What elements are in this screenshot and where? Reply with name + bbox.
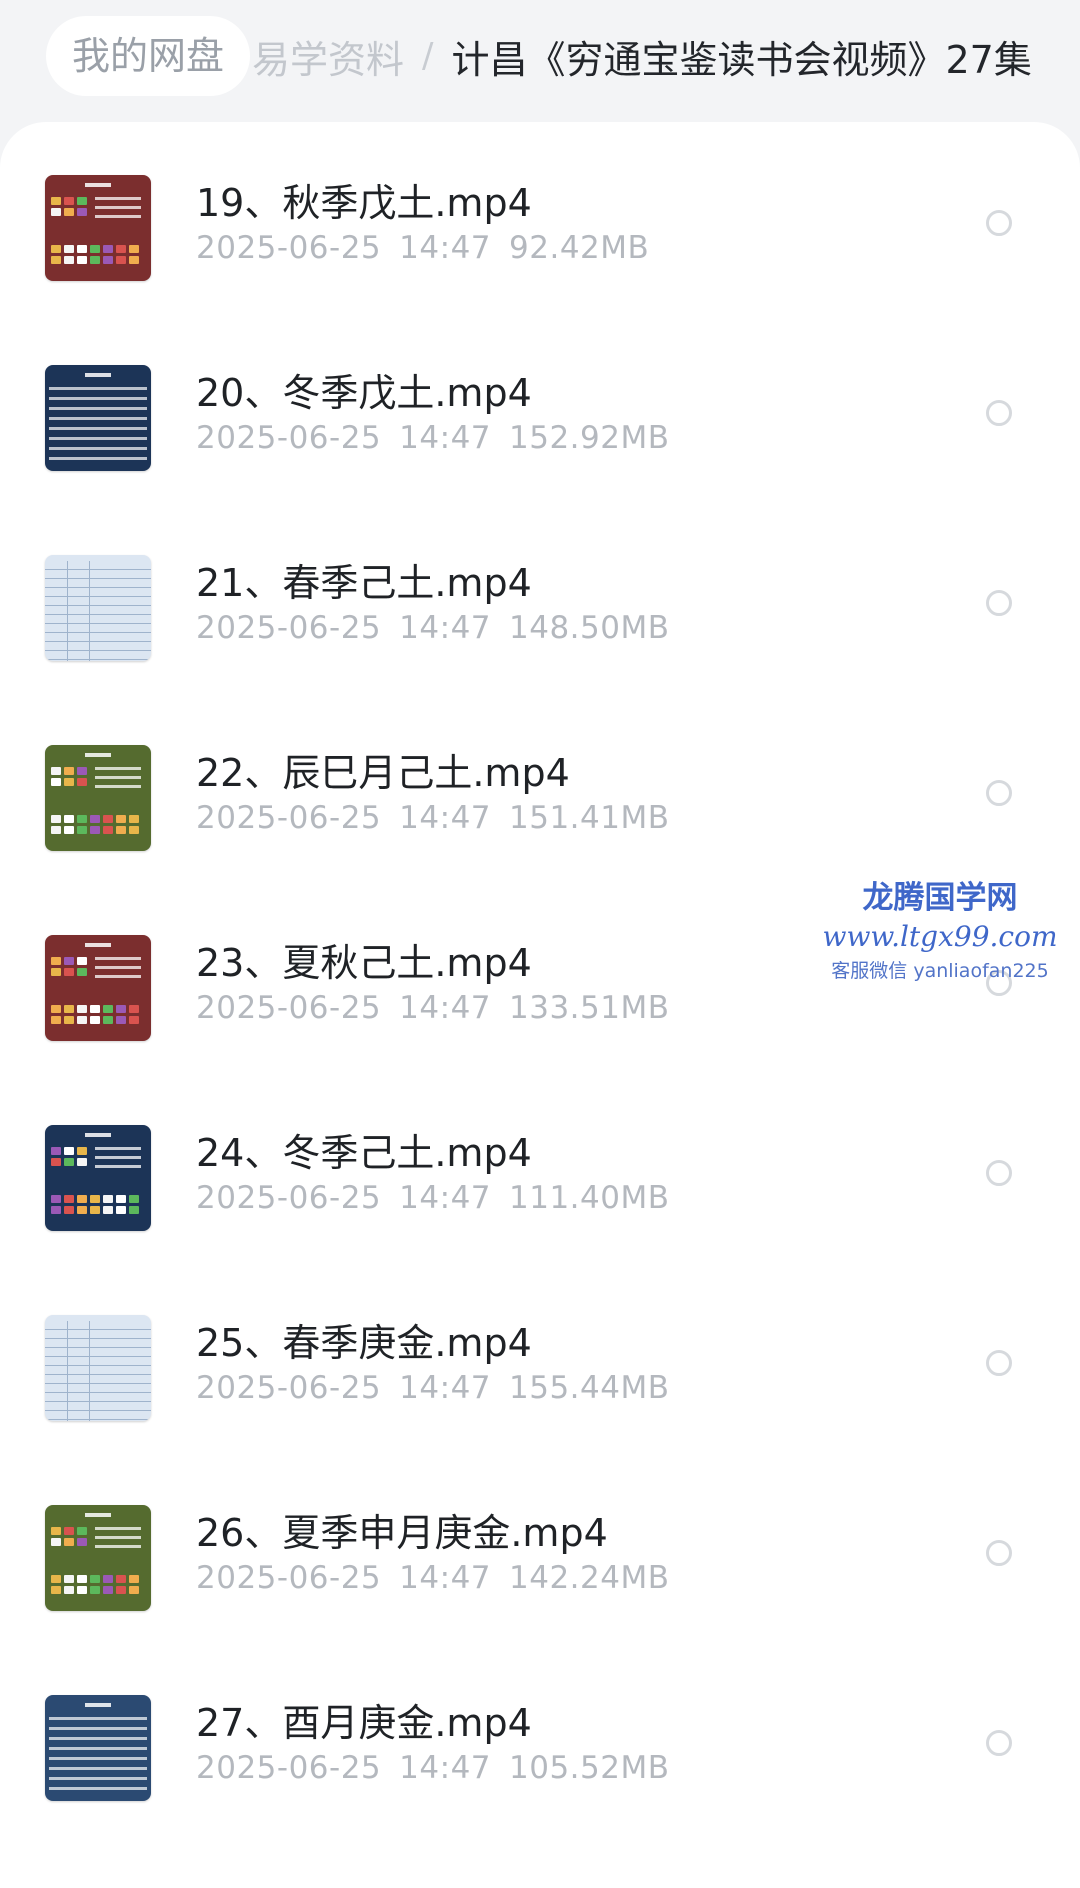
file-time: 14:47	[399, 230, 492, 266]
file-name: 20、冬季戊土.mp4	[196, 371, 532, 415]
file-name: 19、秋季戊土.mp4	[196, 181, 532, 225]
select-radio[interactable]	[986, 210, 1012, 236]
file-row[interactable]: 26、夏季申月庚金.mp4 2025-06-25 14:47 142.24MB	[0, 1452, 1080, 1642]
file-row[interactable]: 21、春季己土.mp4 2025-06-25 14:47 148.50MB	[0, 502, 1080, 692]
file-list: 19、秋季戊土.mp4 2025-06-25 14:47 92.42MB 20、冬季戊土…	[0, 122, 1080, 1888]
video-thumbnail	[45, 175, 151, 281]
file-time: 14:47	[399, 990, 492, 1026]
file-size: 151.41MB	[509, 800, 670, 836]
video-thumbnail	[45, 1695, 151, 1801]
watermark-url: www.ltgx99.com	[822, 920, 1058, 953]
breadcrumb: 我的网盘 易学资料 / 计昌《穷通宝鉴读书会视频》27集	[0, 0, 1080, 112]
select-radio[interactable]	[986, 1730, 1012, 1756]
select-radio[interactable]	[986, 400, 1012, 426]
video-thumbnail	[45, 555, 151, 661]
file-date: 2025-06-25	[196, 1560, 382, 1596]
file-name: 21、春季己土.mp4	[196, 561, 532, 605]
video-thumbnail	[45, 935, 151, 1041]
file-meta: 2025-06-25 14:47 151.41MB	[196, 800, 670, 836]
breadcrumb-folder-yixue[interactable]: 易学资料	[252, 29, 404, 84]
file-time: 14:47	[399, 800, 492, 836]
file-size: 105.52MB	[509, 1750, 670, 1786]
select-radio[interactable]	[986, 1350, 1012, 1376]
file-size: 148.50MB	[509, 610, 670, 646]
file-size: 92.42MB	[509, 230, 650, 266]
file-date: 2025-06-25	[196, 1750, 382, 1786]
file-date: 2025-06-25	[196, 800, 382, 836]
file-size: 133.51MB	[509, 990, 670, 1026]
file-time: 14:47	[399, 1560, 492, 1596]
file-name: 22、辰巳月己土.mp4	[196, 751, 570, 795]
file-name: 24、冬季己土.mp4	[196, 1131, 532, 1175]
file-date: 2025-06-25	[196, 1180, 382, 1216]
watermark-contact: 客服微信 yanliaofan225	[831, 960, 1049, 982]
file-time: 14:47	[399, 420, 492, 456]
breadcrumb-separator: /	[422, 36, 434, 76]
file-time: 14:47	[399, 1750, 492, 1786]
file-name: 27、酉月庚金.mp4	[196, 1701, 532, 1745]
select-radio[interactable]	[986, 780, 1012, 806]
video-thumbnail	[45, 745, 151, 851]
video-thumbnail	[45, 1505, 151, 1611]
file-time: 14:47	[399, 610, 492, 646]
file-date: 2025-06-25	[196, 1370, 382, 1406]
select-radio[interactable]	[986, 1540, 1012, 1566]
file-size: 152.92MB	[509, 420, 670, 456]
file-date: 2025-06-25	[196, 990, 382, 1026]
breadcrumb-root-my-drive[interactable]: 我的网盘	[46, 16, 251, 96]
file-meta: 2025-06-25 14:47 148.50MB	[196, 610, 670, 646]
watermark-title: 龙腾国学网	[862, 880, 1018, 916]
file-row[interactable]: 22、辰巳月己土.mp4 2025-06-25 14:47 151.41MB	[0, 692, 1080, 882]
file-size: 111.40MB	[509, 1180, 670, 1216]
select-radio[interactable]	[986, 590, 1012, 616]
file-row[interactable]: 25、春季庚金.mp4 2025-06-25 14:47 155.44MB	[0, 1262, 1080, 1452]
file-name: 23、夏秋己土.mp4	[196, 941, 532, 985]
video-thumbnail	[45, 1315, 151, 1421]
file-date: 2025-06-25	[196, 420, 382, 456]
file-row[interactable]: 24、冬季己土.mp4 2025-06-25 14:47 111.40MB	[0, 1072, 1080, 1262]
video-thumbnail	[45, 365, 151, 471]
file-meta: 2025-06-25 14:47 155.44MB	[196, 1370, 670, 1406]
file-meta: 2025-06-25 14:47 133.51MB	[196, 990, 670, 1026]
file-size: 142.24MB	[509, 1560, 670, 1596]
file-meta: 2025-06-25 14:47 92.42MB	[196, 230, 649, 266]
breadcrumb-current-folder: 计昌《穷通宝鉴读书会视频》27集	[451, 37, 1032, 82]
watermark: 龙腾国学网 www.ltgx99.com 客服微信 yanliaofan225	[810, 878, 1070, 986]
file-size: 155.44MB	[509, 1370, 670, 1406]
file-date: 2025-06-25	[196, 610, 382, 646]
file-meta: 2025-06-25 14:47 142.24MB	[196, 1560, 670, 1596]
file-time: 14:47	[399, 1180, 492, 1216]
file-meta: 2025-06-25 14:47 111.40MB	[196, 1180, 670, 1216]
file-meta: 2025-06-25 14:47 152.92MB	[196, 420, 670, 456]
file-row[interactable]: 20、冬季戊土.mp4 2025-06-25 14:47 152.92MB	[0, 312, 1080, 502]
file-meta: 2025-06-25 14:47 105.52MB	[196, 1750, 670, 1786]
file-name: 25、春季庚金.mp4	[196, 1321, 532, 1365]
file-time: 14:47	[399, 1370, 492, 1406]
file-row[interactable]: 19、秋季戊土.mp4 2025-06-25 14:47 92.42MB	[0, 122, 1080, 312]
file-name: 26、夏季申月庚金.mp4	[196, 1511, 608, 1555]
file-date: 2025-06-25	[196, 230, 382, 266]
select-radio[interactable]	[986, 1160, 1012, 1186]
video-thumbnail	[45, 1125, 151, 1231]
file-row[interactable]: 27、酉月庚金.mp4 2025-06-25 14:47 105.52MB	[0, 1642, 1080, 1832]
